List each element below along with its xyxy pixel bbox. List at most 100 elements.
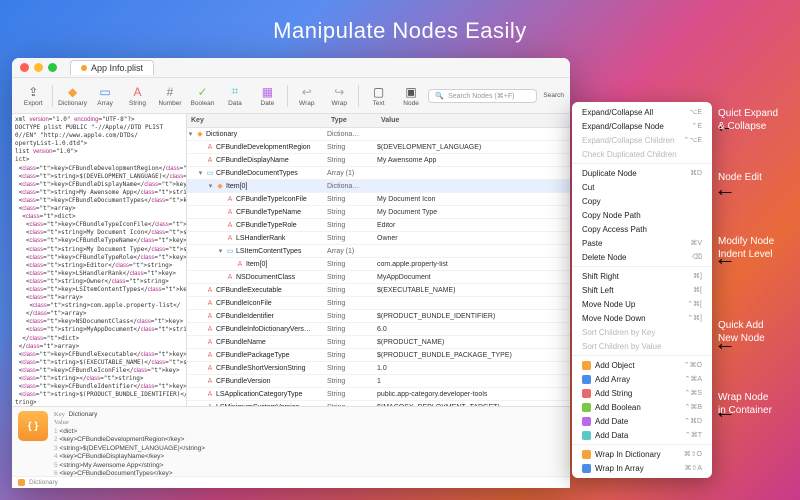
menu-item[interactable]: Add String⌃⌘S <box>572 386 712 400</box>
toolbar-number-button[interactable]: #Number <box>155 84 185 107</box>
minimize-icon[interactable] <box>34 63 43 72</box>
str-icon: A <box>226 195 234 203</box>
menu-item[interactable]: Copy Node Path <box>572 208 712 222</box>
menu-item[interactable]: Move Node Up⌃⌘[ <box>572 297 712 311</box>
str-icon: A <box>206 325 214 333</box>
toolbar-text-button[interactable]: ▢Text <box>363 84 393 107</box>
menu-item[interactable]: Move Node Down⌃⌘] <box>572 311 712 325</box>
tree-row[interactable]: ALSApplicationCategoryTypeStringpublic.a… <box>187 388 570 401</box>
menu-item[interactable]: Add Boolean⌃⌘B <box>572 400 712 414</box>
str-icon: A <box>206 143 214 151</box>
str-icon: A <box>226 234 234 242</box>
preview-icon: { } <box>18 411 48 441</box>
toolbar-wrap-button[interactable]: ↪︎Wrap <box>324 84 354 107</box>
menu-item[interactable]: Expand/Collapse All⌥E <box>572 105 712 119</box>
tree-row[interactable]: ▾▭CFBundleDocumentTypesArray (1) <box>187 167 570 180</box>
context-menu[interactable]: Expand/Collapse All⌥EExpand/Collapse Nod… <box>572 102 712 478</box>
dict-icon: ◆ <box>216 182 224 190</box>
tree-row[interactable]: ACFBundleTypeRoleStringEditor <box>187 219 570 232</box>
str-icon: A <box>206 351 214 359</box>
menu-item[interactable]: Paste⌘V <box>572 236 712 250</box>
tree-row[interactable]: ACFBundleNameString$(PRODUCT_NAME) <box>187 336 570 349</box>
tab-title: App Info.plist <box>91 63 143 73</box>
toolbar-node-button[interactable]: ▣Node <box>396 84 426 107</box>
menu-item[interactable]: Duplicate Node⌘D <box>572 166 712 180</box>
menu-item[interactable]: Wrap In Dictionary⌘⇧O <box>572 447 712 461</box>
preview-footer-label: Dictionary <box>29 479 58 486</box>
search-input[interactable]: 🔍Search Nodes (⌘+F) <box>428 89 537 103</box>
tree-row[interactable]: ACFBundleDisplayNameStringMy Awensome Ap… <box>187 154 570 167</box>
preview-key-label: Key <box>54 411 65 418</box>
tree-row[interactable]: ACFBundleTypeNameStringMy Document Type <box>187 206 570 219</box>
tree-row[interactable]: AItem[0]Stringcom.apple.property-list <box>187 258 570 271</box>
preview-key: Dictionary <box>68 411 97 418</box>
menu-item[interactable]: Delete Node⌫ <box>572 250 712 264</box>
toolbar-boolean-button[interactable]: ✓Boolean <box>187 84 217 107</box>
menu-item[interactable]: Shift Left⌘[ <box>572 283 712 297</box>
tree-body[interactable]: ▾◆DictionaryDictiona…ACFBundleDevelopmen… <box>187 128 570 406</box>
tree-header-value[interactable]: Value <box>377 114 570 127</box>
toolbar-data-button[interactable]: ⌗Data <box>220 84 250 107</box>
callout-text: Node Edit <box>718 172 762 185</box>
arr-icon: ▭ <box>206 169 214 177</box>
tree-row[interactable]: ▾▭LSItemContentTypesArray (1) <box>187 245 570 258</box>
menu-item[interactable]: Add Data⌃⌘T <box>572 428 712 442</box>
toolbar-export-button[interactable]: ⇪Export <box>18 84 48 107</box>
zoom-icon[interactable] <box>48 63 57 72</box>
tree-row[interactable]: ▾◆Item[0]Dictiona… <box>187 180 570 193</box>
toolbar-date-button[interactable]: ▦Date <box>252 84 282 107</box>
tree-row[interactable]: ACFBundleDevelopmentRegionString$(DEVELO… <box>187 141 570 154</box>
tree-header: Key Type Value <box>187 114 570 128</box>
tree-row[interactable]: ALSMinimumSystemVersionString$(MACOSX_DE… <box>187 401 570 406</box>
tree-row[interactable]: ACFBundleVersionString1 <box>187 375 570 388</box>
tree-header-type[interactable]: Type <box>327 114 377 127</box>
toolbar-array-button[interactable]: ▭Array <box>90 84 120 107</box>
content-columns: xml version="1.0" encoding="UTF-8"?> DOC… <box>12 114 570 406</box>
str-icon: A <box>206 403 214 406</box>
menu-item[interactable]: Cut <box>572 180 712 194</box>
arr-icon: ▭ <box>226 247 234 255</box>
xml-source-pane[interactable]: xml version="1.0" encoding="UTF-8"?> DOC… <box>12 114 187 406</box>
dict-icon: ◆ <box>196 130 204 138</box>
tree-row[interactable]: ACFBundleShortVersionStringString1.0 <box>187 362 570 375</box>
tree-row[interactable]: ACFBundlePackageTypeString$(PRODUCT_BUND… <box>187 349 570 362</box>
callout-text: Modify Node Indent Level <box>718 236 774 261</box>
str-icon: A <box>206 364 214 372</box>
menu-item: Sort Children by Value <box>572 339 712 353</box>
tree-row[interactable]: ACFBundleInfoDictionaryVers…String6.0 <box>187 323 570 336</box>
menu-item[interactable]: Add Date⌃⌘D <box>572 414 712 428</box>
menu-item[interactable]: Copy Access Path <box>572 222 712 236</box>
menu-item[interactable]: Shift Right⌘] <box>572 269 712 283</box>
search-icon: 🔍 <box>435 92 444 100</box>
tree-row[interactable]: ▾◆DictionaryDictiona… <box>187 128 570 141</box>
toolbar-wrap-button[interactable]: ↩︎Wrap <box>292 84 322 107</box>
tree-row[interactable]: ACFBundleExecutableString$(EXECUTABLE_NA… <box>187 284 570 297</box>
str-icon: A <box>226 221 234 229</box>
menu-item[interactable]: Expand/Collapse Node⌃E <box>572 119 712 133</box>
toolbar-dictionary-button[interactable]: ◆Dictionary <box>57 84 87 107</box>
tree-header-key[interactable]: Key <box>187 114 327 127</box>
menu-item[interactable]: Copy <box>572 194 712 208</box>
tree-pane: Key Type Value ▾◆DictionaryDictiona…ACFB… <box>187 114 570 406</box>
menu-item: Expand/Collapse Children⌃⌥E <box>572 133 712 147</box>
close-icon[interactable] <box>20 63 29 72</box>
menu-item[interactable]: Add Array⌃⌘A <box>572 372 712 386</box>
tree-row[interactable]: ANSDocumentClassStringMyAppDocument <box>187 271 570 284</box>
document-tab[interactable]: App Info.plist <box>70 60 154 75</box>
tree-row[interactable]: ACFBundleIconFileString <box>187 297 570 310</box>
preview-body: Key Dictionary Value 1 <dict>2 <key>CFBu… <box>54 411 564 472</box>
tree-row[interactable]: ACFBundleIdentifierString$(PRODUCT_BUNDL… <box>187 310 570 323</box>
preview-pane: { } Key Dictionary Value 1 <dict>2 <key>… <box>12 406 570 476</box>
menu-item[interactable]: Wrap In Array⌘⇧A <box>572 461 712 475</box>
tree-row[interactable]: ALSHandlerRankStringOwner <box>187 232 570 245</box>
callout-text: Quick Add New Node <box>718 320 765 345</box>
dict-icon <box>18 479 25 486</box>
str-icon: A <box>206 312 214 320</box>
str-icon: A <box>206 377 214 385</box>
str-icon: A <box>226 273 234 281</box>
toolbar-string-button[interactable]: AString <box>122 84 152 107</box>
tree-row[interactable]: ACFBundleTypeIconFileStringMy Document I… <box>187 193 570 206</box>
menu-item[interactable]: Add Object⌃⌘O <box>572 358 712 372</box>
str-icon: A <box>206 390 214 398</box>
str-icon: A <box>206 156 214 164</box>
